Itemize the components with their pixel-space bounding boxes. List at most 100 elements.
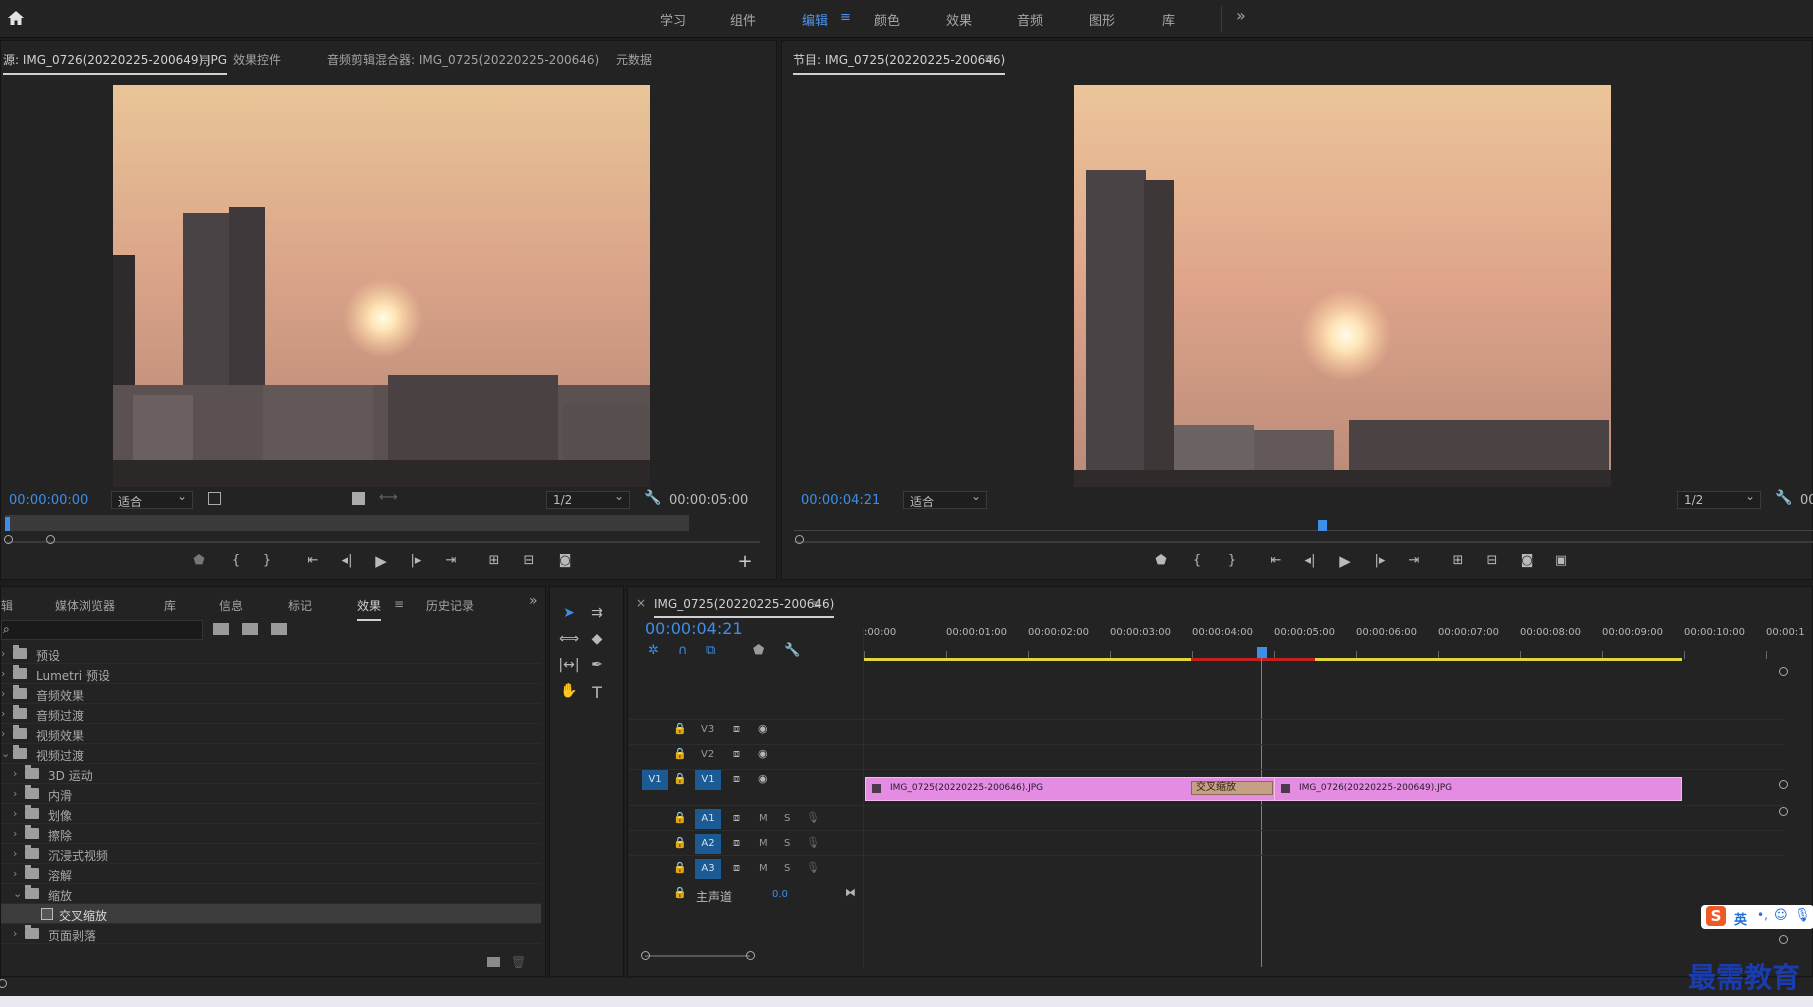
program-add-marker-icon[interactable]: ⬟: [1151, 553, 1171, 568]
timeline-vscroll-handle[interactable]: [1779, 780, 1788, 789]
source-settings-wrench-icon[interactable]: 🔧: [644, 490, 661, 506]
program-go-to-in-icon[interactable]: ⇤: [1266, 553, 1286, 568]
effect-folder[interactable]: › 音频效果: [1, 684, 541, 704]
effect-folder[interactable]: › 溶解: [1, 864, 541, 884]
track-target-v1[interactable]: V1: [695, 770, 721, 790]
track-select-tool-icon[interactable]: ⇉: [586, 605, 608, 621]
effect-folder[interactable]: › 沉浸式视频: [1, 844, 541, 864]
source-step-back-icon[interactable]: ◂|: [337, 553, 357, 568]
source-timecode[interactable]: 00:00:00:00: [9, 493, 88, 508]
ime-mic-icon[interactable]: 🎙: [1794, 908, 1811, 923]
tab-project[interactable]: 辑: [1, 597, 13, 614]
program-zoom-bar[interactable]: [794, 541, 1813, 543]
workspace-more-icon[interactable]: »: [1236, 6, 1246, 25]
ripple-edit-tool-icon[interactable]: ⟺: [558, 631, 580, 647]
accelerated-effects-icon[interactable]: [213, 623, 229, 635]
tab-effect-controls[interactable]: 效果控件: [233, 51, 281, 68]
program-video-frame[interactable]: [1074, 85, 1611, 487]
lock-icon[interactable]: 🔒: [673, 811, 687, 824]
program-comparison-view-icon[interactable]: ▣: [1551, 553, 1571, 568]
timeline-close-icon[interactable]: ×: [636, 596, 646, 610]
workspace-tab-graphics[interactable]: 图形: [1089, 10, 1115, 29]
source-zoom-bar[interactable]: [7, 541, 760, 543]
tab-effects[interactable]: 效果: [357, 597, 382, 621]
source-go-to-in-icon[interactable]: ⇤: [303, 553, 323, 568]
lock-icon[interactable]: 🔒: [673, 747, 687, 760]
program-scrub-bar[interactable]: [794, 517, 1813, 531]
effect-folder[interactable]: › Lumetri 预设: [1, 664, 541, 684]
tab-source[interactable]: 源: IMG_0726(20220225-200649).JPG: [3, 51, 228, 75]
hand-tool-icon[interactable]: ✋: [558, 683, 580, 699]
workspace-tab-assembly[interactable]: 组件: [730, 10, 756, 29]
timeline-zoom-handle-left[interactable]: [641, 951, 650, 960]
sync-lock-icon[interactable]: ⧈: [733, 836, 740, 850]
delete-icon[interactable]: 🗑: [511, 955, 526, 969]
voiceover-record-icon[interactable]: 🎙: [806, 836, 820, 849]
chevron-right-icon[interactable]: ›: [13, 827, 17, 840]
sync-lock-icon[interactable]: ⧈: [733, 747, 740, 761]
source-zoom-handle-right[interactable]: [46, 535, 55, 544]
sync-lock-icon[interactable]: ⧈: [733, 861, 740, 875]
timeline-menu-icon[interactable]: ≡: [811, 597, 821, 611]
source-playhead[interactable]: [5, 517, 10, 531]
track-target-a3[interactable]: A3: [695, 859, 721, 879]
effect-folder[interactable]: › 划像: [1, 804, 541, 824]
eye-icon[interactable]: ◉: [758, 722, 768, 735]
effect-folder[interactable]: › 3D 运动: [1, 764, 541, 784]
program-settings-wrench-icon[interactable]: 🔧: [1775, 490, 1792, 506]
effects-search-input[interactable]: [16, 622, 200, 638]
source-zoom-handle-left[interactable]: [4, 535, 13, 544]
tab-media-browser[interactable]: 媒体浏览器: [55, 597, 115, 614]
timeline-playhead-head[interactable]: [1257, 647, 1267, 658]
program-mark-in-icon[interactable]: {: [1187, 553, 1207, 568]
chevron-right-icon[interactable]: ›: [1, 727, 5, 740]
source-resolution-dropdown[interactable]: 1/2: [546, 489, 630, 509]
track-label-v3[interactable]: V3: [701, 724, 714, 735]
selection-tool-icon[interactable]: ➤: [558, 605, 580, 621]
ime-emoji-icon[interactable]: ☺: [1774, 908, 1788, 923]
chevron-right-icon[interactable]: ›: [1, 647, 5, 660]
chevron-right-icon[interactable]: ›: [1, 687, 5, 700]
chevron-right-icon[interactable]: ›: [13, 847, 17, 860]
source-add-marker-icon[interactable]: ⬟: [189, 553, 209, 568]
tab-timeline-sequence[interactable]: IMG_0725(20220225-200646): [654, 597, 835, 618]
workspace-tab-audio[interactable]: 音频: [1017, 10, 1043, 29]
mute-button[interactable]: M: [759, 863, 768, 874]
source-drag-video-icon[interactable]: [352, 492, 365, 505]
chevron-right-icon[interactable]: ›: [13, 787, 17, 800]
program-timecode[interactable]: 00:00:04:21: [801, 493, 880, 508]
source-video-frame[interactable]: [113, 85, 650, 487]
chevron-right-icon[interactable]: ›: [1, 667, 5, 680]
track-label-v2[interactable]: V2: [701, 749, 714, 760]
eye-icon[interactable]: ◉: [758, 747, 768, 760]
lock-icon[interactable]: 🔒: [673, 772, 687, 785]
chevron-right-icon[interactable]: ›: [13, 867, 17, 880]
source-button-editor-icon[interactable]: +: [735, 551, 755, 572]
source-patch-v1[interactable]: V1: [642, 770, 668, 790]
program-play-icon[interactable]: ▶: [1335, 552, 1355, 570]
chevron-right-icon[interactable]: ›: [13, 767, 17, 780]
effect-folder[interactable]: ⌄ 缩放: [1, 884, 541, 904]
program-mark-out-icon[interactable]: }: [1222, 553, 1242, 568]
mute-button[interactable]: M: [759, 813, 768, 824]
pen-tool-icon[interactable]: ✒: [586, 657, 608, 673]
program-lift-icon[interactable]: ⊞: [1448, 553, 1468, 568]
eye-icon[interactable]: ◉: [758, 772, 768, 785]
program-resolution-dropdown[interactable]: 1/2: [1677, 489, 1761, 509]
program-playhead[interactable]: [1318, 520, 1327, 531]
voiceover-record-icon[interactable]: 🎙: [806, 811, 820, 824]
timeline-zoom-handle-right[interactable]: [746, 951, 755, 960]
mute-button[interactable]: M: [759, 838, 768, 849]
timeline-vscroll-handle[interactable]: [1779, 667, 1788, 676]
solo-button[interactable]: S: [784, 863, 790, 874]
source-go-to-out-icon[interactable]: ⇥: [441, 553, 461, 568]
ime-punctuation[interactable]: •,: [1757, 908, 1768, 922]
effect-folder[interactable]: › 擦除: [1, 824, 541, 844]
effect-folder[interactable]: › 视频效果: [1, 724, 541, 744]
chevron-right-icon[interactable]: ›: [13, 807, 17, 820]
source-safe-margins-icon[interactable]: [208, 492, 221, 505]
program-fit-dropdown[interactable]: 适合: [903, 489, 987, 509]
tab-history[interactable]: 历史记录: [426, 597, 474, 614]
workspace-tab-learn[interactable]: 学习: [660, 10, 686, 29]
timeline-zoom-bar[interactable]: [645, 955, 750, 957]
